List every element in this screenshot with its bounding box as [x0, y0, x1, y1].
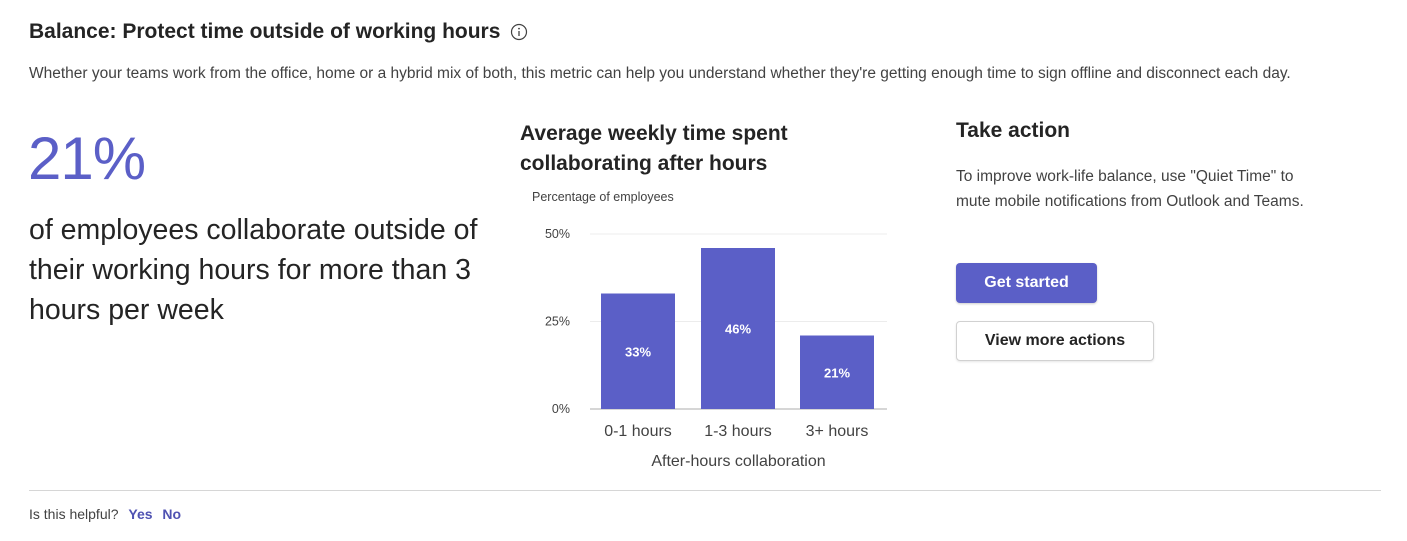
bar-chart: Percentage of employees 50% 25% 0% 33% 0-1 ho…	[532, 190, 887, 470]
x-axis-label: After-hours collaboration	[651, 453, 825, 470]
bar-data-label: 33%	[625, 344, 651, 359]
y-tick-label: 25%	[545, 315, 570, 329]
view-more-actions-button[interactable]: View more actions	[956, 321, 1154, 361]
get-started-button[interactable]: Get started	[956, 263, 1097, 303]
action-description: To improve work-life balance, use "Quiet…	[956, 168, 1304, 210]
info-icon[interactable]	[510, 23, 528, 41]
x-tick-label: 3+ hours	[806, 423, 869, 440]
feedback-yes-link[interactable]: Yes	[128, 506, 152, 522]
stat-description: of employees collaborate outside of thei…	[29, 214, 478, 326]
feedback-question: Is this helpful?	[29, 506, 119, 522]
bar-data-label: 21%	[824, 365, 850, 380]
y-tick-label: 0%	[552, 402, 570, 416]
action-title: Take action	[956, 119, 1070, 142]
bar-data-label: 46%	[725, 322, 751, 337]
feedback-row: Is this helpful? Yes No	[29, 506, 181, 522]
title-row: Balance: Protect time outside of working…	[29, 20, 528, 44]
feedback-no-link[interactable]: No	[162, 506, 181, 522]
chart-title: Average weekly time spent collaborating …	[520, 122, 788, 175]
x-tick-label: 1-3 hours	[704, 423, 772, 440]
y-tick-label: 50%	[545, 227, 570, 241]
x-tick-label: 0-1 hours	[604, 423, 672, 440]
page-title: Balance: Protect time outside of working…	[29, 20, 501, 43]
page-description: Whether your teams work from the office,…	[29, 65, 1291, 82]
stat-value: 21%	[28, 125, 146, 192]
divider	[29, 490, 1381, 491]
y-axis-label: Percentage of employees	[532, 190, 674, 204]
